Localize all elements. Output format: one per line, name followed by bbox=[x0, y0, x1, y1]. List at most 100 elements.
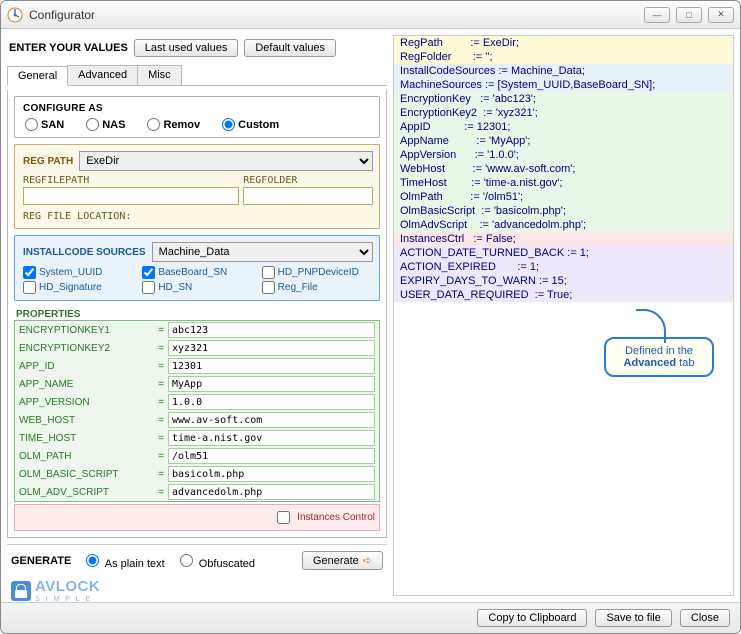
reg-path-select[interactable]: ExeDir bbox=[79, 151, 373, 171]
prop-input[interactable] bbox=[168, 484, 375, 500]
prop-key: OLM_PATH bbox=[19, 451, 154, 462]
reg-file-location: REG FILE LOCATION: bbox=[23, 211, 373, 222]
code-output: RegPath := ExeDir;RegFolder := '';Instal… bbox=[393, 35, 734, 596]
instances-control-row: Instances Control bbox=[14, 504, 380, 531]
callout-tooltip: Defined in the Advanced tab bbox=[604, 337, 714, 377]
lock-icon bbox=[11, 581, 31, 601]
prop-row: OLM_ADV_SCRIPT= bbox=[15, 483, 379, 501]
radio-obfuscated[interactable]: Obfuscated bbox=[175, 551, 255, 570]
prop-key: OLM_BASIC_SCRIPT bbox=[19, 469, 154, 480]
logo-row: AVLOCK S I M P L E bbox=[7, 576, 387, 602]
chk-system-uuid[interactable]: System_UUID bbox=[23, 266, 134, 279]
titlebar: Configurator — □ ✕ bbox=[1, 1, 740, 29]
chk-hd-signature[interactable]: HD_Signature bbox=[23, 281, 134, 294]
generate-arrow-icon: ➪ bbox=[363, 554, 372, 567]
radio-plain-text[interactable]: As plain text bbox=[81, 551, 164, 570]
generate-row: GENERATE As plain text Obfuscated Genera… bbox=[7, 544, 387, 572]
configure-as-title: CONFIGURE AS bbox=[23, 103, 373, 114]
prop-input[interactable] bbox=[168, 358, 375, 374]
bottom-bar: Copy to Clipboard Save to file Close bbox=[1, 602, 740, 633]
code-line: WebHost := 'www.av-soft.com'; bbox=[394, 162, 733, 176]
tabs: General Advanced Misc bbox=[7, 65, 387, 86]
prop-key: APP_VERSION bbox=[19, 397, 154, 408]
enter-label: ENTER YOUR VALUES bbox=[9, 42, 128, 54]
installcode-title: INSTALLCODE SOURCES bbox=[23, 247, 146, 258]
code-line: USER_DATA_REQUIRED := True; bbox=[394, 288, 733, 302]
app-icon bbox=[7, 7, 23, 23]
prop-row: WEB_HOST= bbox=[15, 411, 379, 429]
chk-baseboard-sn[interactable]: BaseBoard_SN bbox=[142, 266, 253, 279]
regfolder-label: REGFOLDER bbox=[243, 175, 373, 186]
generate-label: GENERATE bbox=[11, 555, 71, 567]
reg-path-group: REG PATH ExeDir REGFILEPATH REGFOLDER bbox=[14, 144, 380, 229]
generate-button[interactable]: Generate➪ bbox=[302, 551, 383, 570]
prop-row: APP_ID= bbox=[15, 357, 379, 375]
prop-input[interactable] bbox=[168, 430, 375, 446]
prop-key: ENCRYPTIONKEY1 bbox=[19, 325, 154, 336]
save-to-file-button[interactable]: Save to file bbox=[595, 609, 671, 627]
tab-body-general: CONFIGURE AS SAN NAS Remov Custom REG PA… bbox=[7, 90, 387, 538]
prop-input[interactable] bbox=[168, 412, 375, 428]
code-line: ACTION_EXPIRED := 1; bbox=[394, 260, 733, 274]
left-panel: ENTER YOUR VALUES Last used values Defau… bbox=[7, 35, 387, 596]
prop-key: WEB_HOST bbox=[19, 415, 154, 426]
prop-row: ENCRYPTIONKEY1= bbox=[15, 321, 379, 339]
prop-row: TIME_HOST= bbox=[15, 429, 379, 447]
prop-row: APP_NAME= bbox=[15, 375, 379, 393]
chk-reg-file[interactable]: Reg_File bbox=[262, 281, 373, 294]
code-line: InstallCodeSources := Machine_Data; bbox=[394, 64, 733, 78]
prop-input[interactable] bbox=[168, 322, 375, 338]
reg-path-title: REG PATH bbox=[23, 156, 73, 167]
installcode-select[interactable]: Machine_Data bbox=[152, 242, 373, 262]
code-line: AppName := 'MyApp'; bbox=[394, 134, 733, 148]
logo-text: AVLOCK bbox=[35, 578, 100, 595]
prop-input[interactable] bbox=[168, 376, 375, 392]
copy-clipboard-button[interactable]: Copy to Clipboard bbox=[477, 609, 587, 627]
minimize-button[interactable]: — bbox=[644, 7, 670, 23]
code-line: TimeHost := 'time-a.nist.gov'; bbox=[394, 176, 733, 190]
window: Configurator — □ ✕ ENTER YOUR VALUES Las… bbox=[0, 0, 741, 634]
prop-key: OLM_ADV_SCRIPT bbox=[19, 487, 154, 498]
properties-box: ENCRYPTIONKEY1=ENCRYPTIONKEY2=APP_ID=APP… bbox=[14, 320, 380, 502]
close-dialog-button[interactable]: Close bbox=[680, 609, 730, 627]
radio-remov[interactable]: Remov bbox=[147, 118, 200, 131]
code-line: OlmBasicScript := 'basicolm.php'; bbox=[394, 204, 733, 218]
instances-checkbox[interactable] bbox=[277, 511, 290, 524]
regfolder-input[interactable] bbox=[243, 187, 373, 205]
regfilepath-label: REGFILEPATH bbox=[23, 175, 239, 186]
prop-input[interactable] bbox=[168, 394, 375, 410]
regfilepath-input[interactable] bbox=[23, 187, 239, 205]
code-line: RegPath := ExeDir; bbox=[394, 36, 733, 50]
radio-san[interactable]: SAN bbox=[25, 118, 64, 131]
tab-advanced[interactable]: Advanced bbox=[67, 65, 138, 85]
chk-hd-pnpdeviceid[interactable]: HD_PNPDeviceID bbox=[262, 266, 373, 279]
radio-nas[interactable]: NAS bbox=[86, 118, 125, 131]
enter-values-row: ENTER YOUR VALUES Last used values Defau… bbox=[7, 35, 387, 61]
prop-row: ENCRYPTIONKEY2= bbox=[15, 339, 379, 357]
close-button[interactable]: ✕ bbox=[708, 7, 734, 23]
code-line: AppVersion := '1.0.0'; bbox=[394, 148, 733, 162]
prop-input[interactable] bbox=[168, 466, 375, 482]
default-values-button[interactable]: Default values bbox=[244, 39, 336, 57]
prop-row: APP_VERSION= bbox=[15, 393, 379, 411]
avlock-logo: AVLOCK S I M P L E bbox=[11, 578, 383, 602]
prop-input[interactable] bbox=[168, 340, 375, 356]
prop-key: APP_NAME bbox=[19, 379, 154, 390]
window-title: Configurator bbox=[29, 8, 644, 22]
radio-custom[interactable]: Custom bbox=[222, 118, 279, 131]
instances-label: Instances Control bbox=[297, 512, 375, 523]
chk-hd-sn[interactable]: HD_SN bbox=[142, 281, 253, 294]
code-line: OlmPath := '/olm51'; bbox=[394, 190, 733, 204]
last-used-button[interactable]: Last used values bbox=[134, 39, 239, 57]
prop-input[interactable] bbox=[168, 448, 375, 464]
window-controls: — □ ✕ bbox=[644, 7, 734, 23]
code-line: ACTION_DATE_TURNED_BACK := 1; bbox=[394, 246, 733, 260]
code-line: AppID := 12301; bbox=[394, 120, 733, 134]
maximize-button[interactable]: □ bbox=[676, 7, 702, 23]
code-line: EncryptionKey := 'abc123'; bbox=[394, 92, 733, 106]
code-line: RegFolder := ''; bbox=[394, 50, 733, 64]
tab-general[interactable]: General bbox=[7, 66, 68, 86]
prop-row: OLM_BASIC_SCRIPT= bbox=[15, 465, 379, 483]
code-line: EncryptionKey2 := 'xyz321'; bbox=[394, 106, 733, 120]
tab-misc[interactable]: Misc bbox=[137, 65, 182, 85]
